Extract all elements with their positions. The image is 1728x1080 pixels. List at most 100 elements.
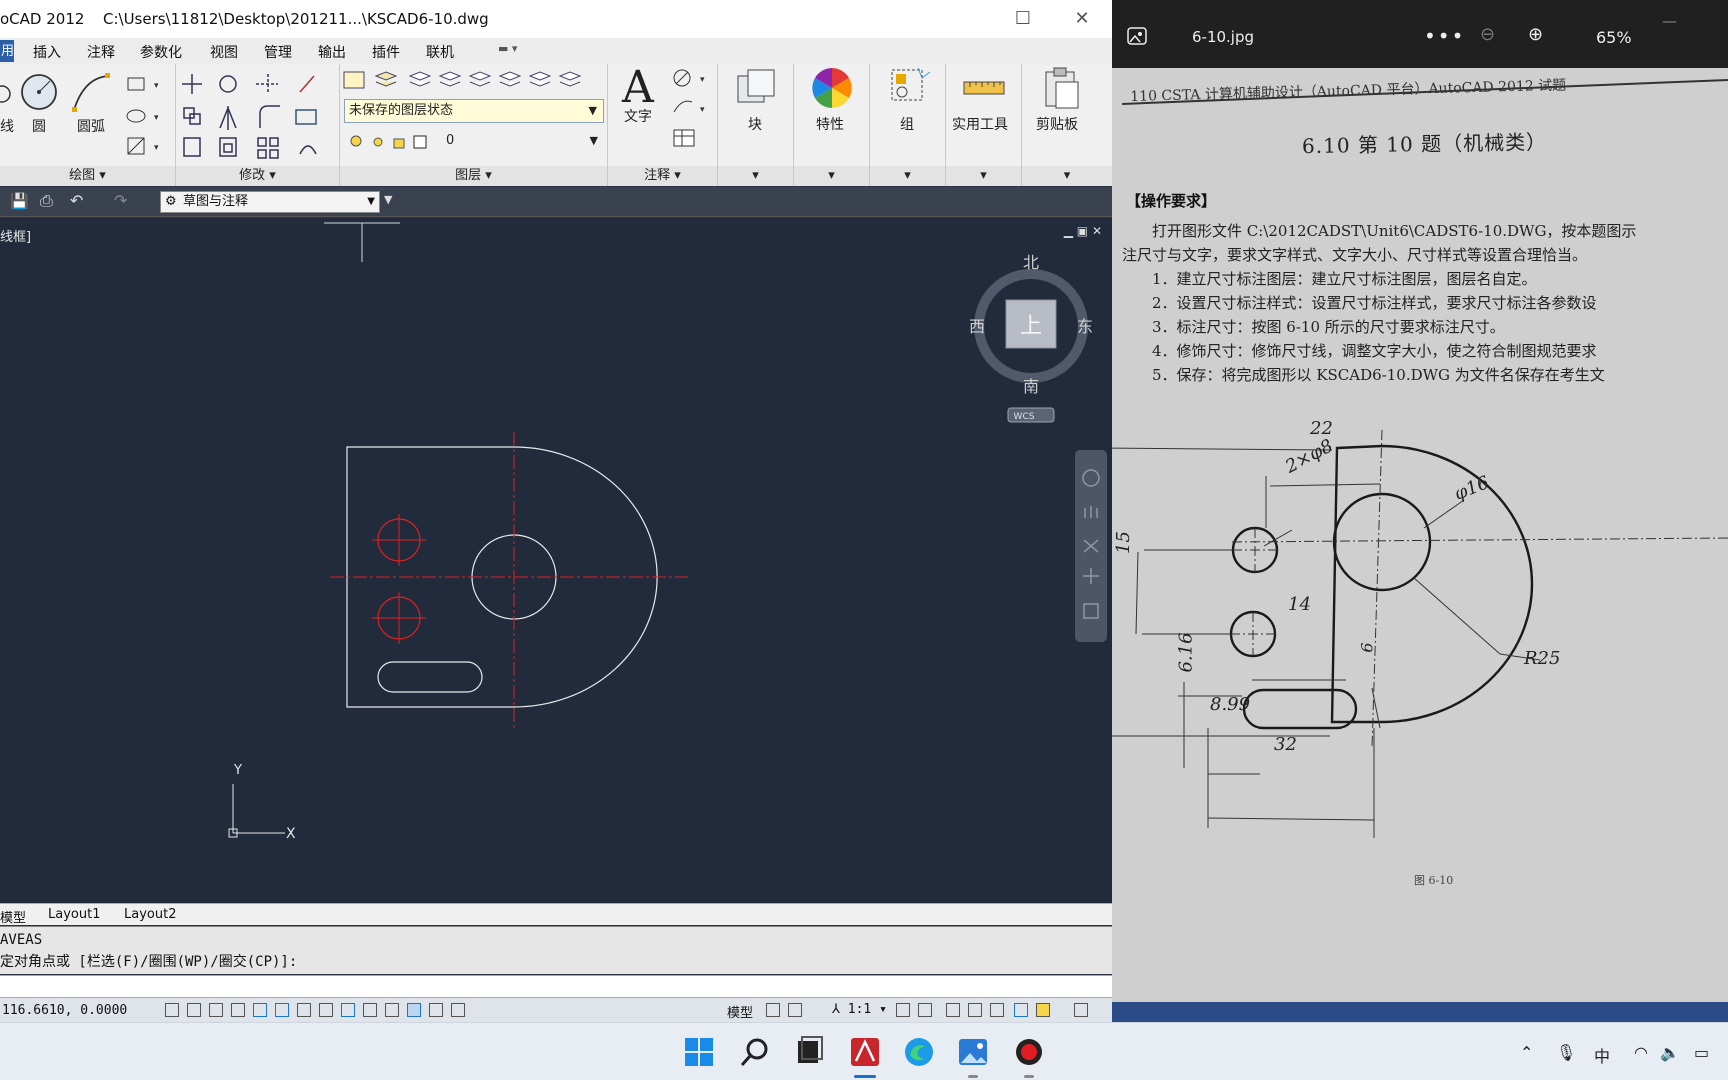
volume-icon[interactable]: 🔈 <box>1660 1043 1680 1062</box>
tab-view[interactable]: 视图 <box>210 42 238 62</box>
minimize-button[interactable]: — <box>1662 12 1677 30</box>
block-label[interactable]: 块 <box>748 114 762 134</box>
maximize-button[interactable]: ☐ <box>1003 6 1043 32</box>
customize-dropdown-icon[interactable]: ▼ <box>384 193 392 206</box>
circle-label[interactable]: 圆 <box>32 116 46 136</box>
panel-draw-title[interactable]: 绘图 ▾ <box>0 166 175 186</box>
tab-layout1[interactable]: Layout1 <box>48 907 100 922</box>
properties-label[interactable]: 特性 <box>816 114 844 134</box>
tab-annotate[interactable]: 注释 <box>87 42 115 62</box>
snap-icon[interactable] <box>187 1003 201 1017</box>
otrack-icon[interactable] <box>319 1003 333 1017</box>
color-wheel-icon[interactable] <box>810 66 854 110</box>
3dosnap-icon[interactable] <box>297 1003 311 1017</box>
utilities-label[interactable]: 实用工具 <box>952 114 1008 134</box>
more-options-icon[interactable]: ••• <box>1424 24 1465 48</box>
layer-combo[interactable]: 0 ▼ <box>344 130 604 154</box>
tab-plugins[interactable]: 插件 <box>372 42 400 62</box>
block-icon[interactable] <box>734 68 778 108</box>
ribbon-toggle-icon[interactable]: ▬ ▾ <box>498 42 517 55</box>
zoom-level[interactable]: 65% <box>1596 28 1632 47</box>
modify-tools-icon[interactable] <box>176 68 336 164</box>
transparency-icon[interactable] <box>407 1003 421 1017</box>
osnap-icon[interactable] <box>275 1003 289 1017</box>
hardware-accel-icon[interactable] <box>990 1003 1004 1017</box>
zoom-in-icon[interactable]: ⊕ <box>1528 24 1543 45</box>
panel-layer-title[interactable]: 图层 ▾ <box>340 166 607 186</box>
start-icon[interactable] <box>682 1035 716 1069</box>
infer-constraints-icon[interactable] <box>165 1003 179 1017</box>
tab-parametric[interactable]: 参数化 <box>140 42 182 62</box>
annotation-visibility-icon[interactable] <box>896 1003 910 1017</box>
panel-modify-title[interactable]: 修改 ▾ <box>176 166 339 186</box>
lightbulb-icon[interactable] <box>1036 1003 1050 1017</box>
ime-indicator[interactable]: 中 <box>1594 1043 1610 1067</box>
ducs-icon[interactable] <box>341 1003 355 1017</box>
photo-icon[interactable] <box>1126 26 1148 46</box>
tab-manage[interactable]: 管理 <box>264 42 292 62</box>
zoom-out-icon[interactable]: ⊖ <box>1480 24 1495 45</box>
selection-cycling-icon[interactable] <box>451 1003 465 1017</box>
quick-view-layouts-icon[interactable] <box>766 1003 780 1017</box>
group-label[interactable]: 组 <box>900 114 914 134</box>
arc-label[interactable]: 圆弧 <box>77 116 105 136</box>
tab-online[interactable]: 联机 <box>426 42 454 62</box>
quick-view-drawings-icon[interactable] <box>788 1003 802 1017</box>
status-model[interactable]: 模型 <box>727 1002 753 1021</box>
tab-layout2[interactable]: Layout2 <box>124 907 176 922</box>
dyn-icon[interactable] <box>363 1003 377 1017</box>
panel-clipboard-title[interactable]: ▾ <box>1022 166 1112 186</box>
layer-tools-icon[interactable] <box>340 68 608 96</box>
workspace-combo[interactable]: ⚙ 草图与注释 ▼ <box>160 191 380 213</box>
text-label[interactable]: 文字 <box>624 106 652 126</box>
panel-group-title[interactable]: ▾ <box>870 166 945 186</box>
panel-annotate-title[interactable]: 注释 ▾ <box>608 166 717 186</box>
wifi-icon[interactable]: ◠ <box>1634 1043 1648 1062</box>
quick-properties-icon[interactable] <box>429 1003 443 1017</box>
drawing-viewport[interactable]: 线框] ▁ ▣ ✕ Y X 上 北 南 西 东 WCS <box>0 218 1112 903</box>
panel-utilities-title[interactable]: ▾ <box>946 166 1021 186</box>
microphone-icon[interactable]: 🎙 <box>1556 1043 1576 1062</box>
task-view-icon[interactable] <box>792 1035 826 1069</box>
panel-block-title[interactable]: ▾ <box>718 166 793 186</box>
drawing-canvas[interactable]: Y X 上 北 南 西 东 WCS <box>0 218 1112 903</box>
polar-icon[interactable] <box>253 1003 267 1017</box>
tab-home[interactable]: 用 <box>0 40 14 62</box>
tab-insert[interactable]: 插入 <box>33 42 61 62</box>
chevron-up-icon[interactable]: ⌃ <box>1520 1043 1533 1062</box>
workspace-switch-icon[interactable] <box>946 1003 960 1017</box>
annotate-tools-icon[interactable]: ▾ ▾ <box>670 66 716 158</box>
battery-icon[interactable]: ▭ <box>1694 1043 1709 1062</box>
clipboard-icon[interactable] <box>1040 66 1084 110</box>
photos-icon[interactable] <box>956 1035 990 1069</box>
search-icon[interactable] <box>738 1035 772 1069</box>
tab-output[interactable]: 输出 <box>318 42 346 62</box>
measure-icon[interactable] <box>962 76 1006 100</box>
tab-model[interactable]: 模型 <box>0 907 26 926</box>
edge-icon[interactable] <box>902 1035 936 1069</box>
auto-scale-icon[interactable] <box>918 1003 932 1017</box>
lock-icon[interactable] <box>968 1003 982 1017</box>
annotation-scale[interactable]: ⅄ 1:1 ▾ <box>832 1002 887 1017</box>
undo-icon[interactable]: ↶ <box>70 191 83 210</box>
group-icon[interactable] <box>888 66 932 110</box>
record-icon[interactable] <box>1012 1035 1046 1069</box>
isolate-objects-icon[interactable] <box>1014 1003 1028 1017</box>
grid-icon[interactable] <box>209 1003 223 1017</box>
clipboard-label[interactable]: 剪贴板 <box>1036 114 1078 134</box>
coordinates-readout[interactable]: 116.6610, 0.0000 <box>2 1003 127 1018</box>
print-icon[interactable]: ⎙ <box>40 191 53 211</box>
viewer-filename: 6-10.jpg <box>1192 28 1255 46</box>
save-icon[interactable]: 💾 <box>10 192 29 210</box>
ref-large-hole <box>1332 492 1432 592</box>
lineweight-icon[interactable] <box>385 1003 399 1017</box>
ortho-icon[interactable] <box>231 1003 245 1017</box>
redo-icon[interactable]: ↷ <box>114 191 127 210</box>
layer-state-combo[interactable]: 未保存的图层状态 ▼ <box>344 99 604 123</box>
hatch-icon[interactable]: ▾ <box>124 134 164 164</box>
clean-screen-icon[interactable] <box>1074 1003 1088 1017</box>
close-button[interactable]: ✕ <box>1062 6 1102 32</box>
autocad-taskbar-icon[interactable] <box>848 1035 882 1069</box>
command-input[interactable] <box>0 975 1112 997</box>
panel-properties-title[interactable]: ▾ <box>794 166 869 186</box>
